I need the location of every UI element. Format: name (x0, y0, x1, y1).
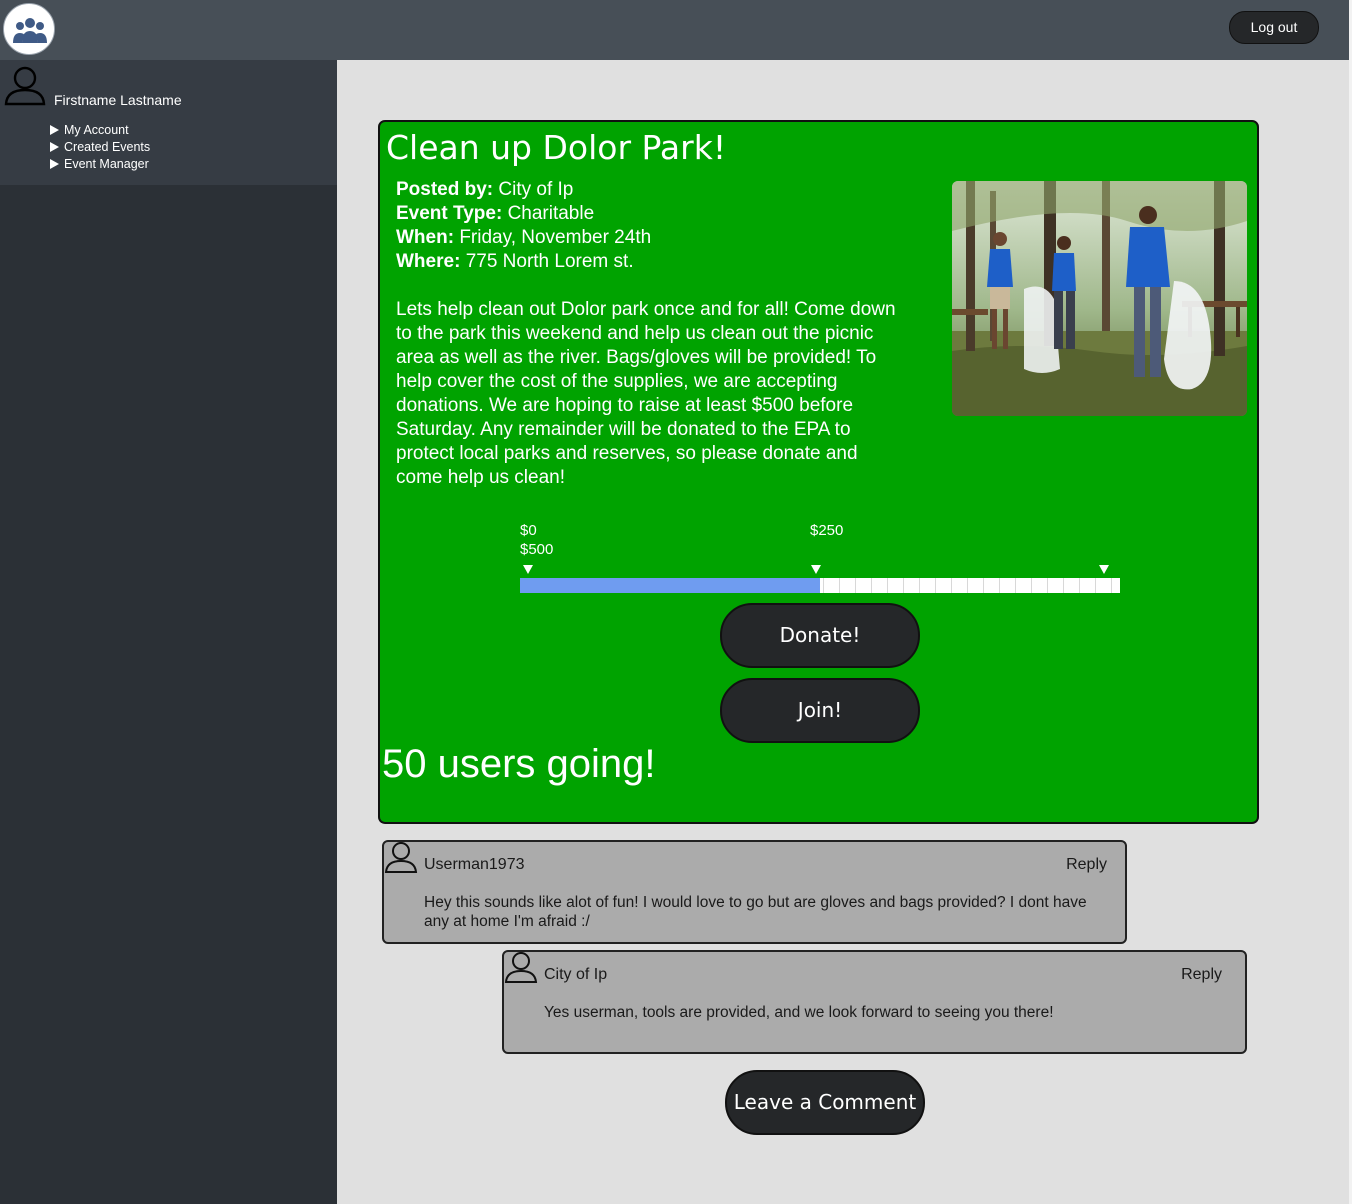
progress-max-marker-icon (1099, 565, 1109, 574)
sidebar: Firstname Lastname My Account Created Ev… (0, 60, 337, 1204)
sidebar-user-panel: Firstname Lastname My Account Created Ev… (0, 60, 337, 185)
comment-author: Userman1973 (424, 856, 525, 873)
leave-comment-button[interactable]: Leave a Comment (725, 1070, 925, 1135)
user-name: Firstname Lastname (54, 92, 182, 108)
user-avatar-icon (4, 66, 46, 106)
app-logo[interactable] (3, 3, 55, 55)
user-avatar-icon (384, 842, 418, 873)
comment-author: City of Ip (544, 966, 608, 983)
comment-text: Yes userman, tools are provided, and we … (544, 1004, 1054, 1021)
group-logo-icon (13, 18, 47, 43)
triangle-right-icon (50, 142, 59, 152)
when-label: When: (396, 227, 455, 248)
triangle-right-icon (50, 159, 59, 169)
event-card: Clean up Dolor Park! Posted by: City of … (378, 120, 1259, 824)
reply-button[interactable]: Reply (1066, 856, 1107, 874)
user-avatar-icon (504, 952, 538, 983)
posted-by-label: Posted by: (396, 179, 494, 200)
progress-max-label: $500 (520, 541, 554, 558)
comment: Userman1973 Reply Hey this sounds like a… (382, 840, 1127, 944)
join-button[interactable]: Join! (720, 678, 920, 743)
sidebar-nav: My Account Created Events Event Manager (50, 122, 150, 173)
sidebar-item-event-manager[interactable]: Event Manager (50, 156, 150, 173)
progress-mid-marker-icon (811, 565, 821, 574)
sidebar-item-label: Event Manager (64, 157, 149, 171)
progress-mid-label: $250 (810, 522, 844, 539)
reply-button[interactable]: Reply (1181, 966, 1222, 984)
event-description: Lets help clean out Dolor park once and … (396, 299, 896, 488)
sidebar-item-my-account[interactable]: My Account (50, 122, 150, 139)
triangle-right-icon (50, 125, 59, 135)
comment-text: Hey this sounds like alot of fun! I woul… (424, 894, 1087, 930)
where-label: Where: (396, 251, 461, 272)
event-photo (952, 181, 1247, 416)
event-title: Clean up Dolor Park! (386, 128, 727, 167)
event-meta: Posted by: City of Ip Event Type: Charit… (396, 178, 651, 274)
progress-min-label: $0 (520, 522, 537, 539)
event-type-row: Event Type: Charitable (396, 202, 651, 226)
progress-min-marker-icon (523, 565, 533, 574)
posted-by-value: City of Ip (498, 179, 574, 200)
donation-progress-fill (520, 578, 820, 593)
when-row: When: Friday, November 24th (396, 226, 651, 250)
sidebar-item-label: Created Events (64, 140, 151, 154)
sidebar-item-label: My Account (64, 123, 129, 137)
where-value: 775 North Lorem st. (465, 251, 634, 272)
donation-progress-bar (520, 578, 1120, 593)
event-type-value: Charitable (507, 203, 595, 224)
logout-button[interactable]: Log out (1229, 11, 1319, 44)
comment-reply: City of Ip Reply Yes userman, tools are … (502, 950, 1247, 1054)
posted-by-row: Posted by: City of Ip (396, 178, 651, 202)
donate-button[interactable]: Donate! (720, 603, 920, 668)
where-row: Where: 775 North Lorem st. (396, 250, 651, 274)
when-value: Friday, November 24th (459, 227, 652, 248)
sidebar-item-created-events[interactable]: Created Events (50, 139, 150, 156)
top-bar: Log out (0, 0, 1352, 60)
users-going-count: 50 users going! (382, 742, 656, 786)
event-type-label: Event Type: (396, 203, 503, 224)
